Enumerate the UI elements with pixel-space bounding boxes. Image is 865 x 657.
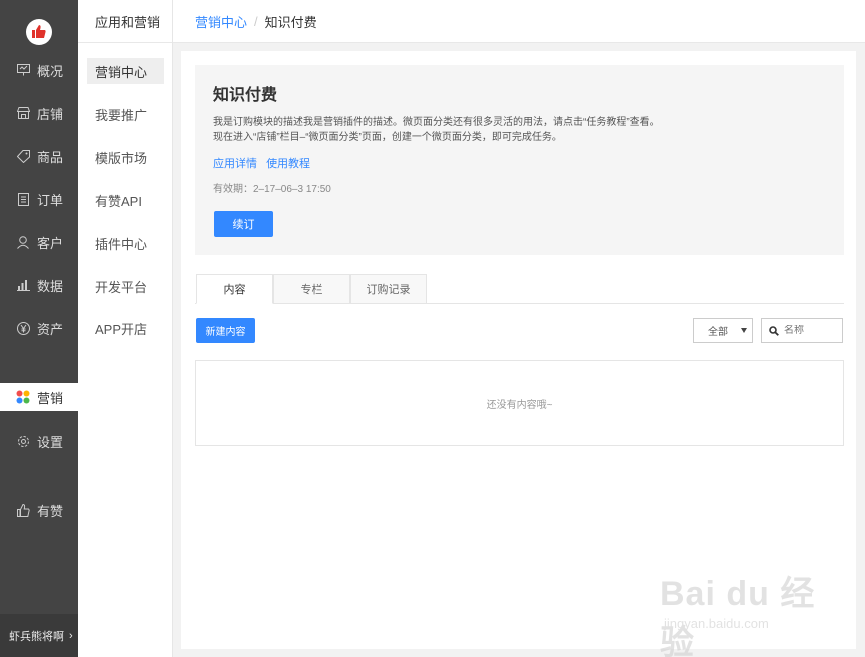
subnav-title: 应用和营销 — [78, 0, 172, 43]
person-icon — [16, 235, 30, 249]
breadcrumb-separator: / — [254, 13, 258, 29]
main-sidebar: 概况 店铺 商品 订单 客户 数据 资产 营销 设置 有赞 虾兵熊将啊 › — [0, 0, 78, 657]
subnav-item-dev-platform[interactable]: 开发平台 — [87, 273, 164, 299]
main-panel: 知识付费 我是订购模块的描述我是营销插件的描述。微页面分类还有很多灵活的用法，请… — [181, 51, 856, 649]
logo-badge — [26, 19, 52, 45]
nav-label: 设置 — [37, 434, 64, 450]
yen-icon — [16, 321, 30, 335]
tab-bar: 内容 专栏 订购记录 — [195, 274, 844, 304]
product-info-box: 知识付费 我是订购模块的描述我是营销插件的描述。微页面分类还有很多灵活的用法，请… — [195, 65, 844, 255]
watermark: Bai du 经验 jingyan.baidu.com — [660, 566, 830, 657]
nav-label: 营销 — [37, 390, 64, 406]
tab-column[interactable]: 专栏 — [273, 274, 350, 304]
search-icon — [769, 325, 779, 336]
caret-down-icon — [741, 328, 747, 333]
nav-item-settings[interactable]: 设置 — [0, 427, 78, 455]
breadcrumb-current: 知识付费 — [264, 14, 317, 30]
logo[interactable] — [0, 0, 78, 64]
thumbs-up-logo-icon — [32, 25, 46, 38]
marketing-icon — [16, 390, 30, 404]
renew-button[interactable]: 续订 — [214, 211, 273, 237]
subnav-item-plugins[interactable]: 插件中心 — [87, 230, 164, 256]
nav-label: 商品 — [37, 149, 64, 165]
nav-item-store[interactable]: 店铺 — [0, 99, 78, 127]
tag-icon — [16, 149, 30, 163]
gear-icon — [16, 434, 30, 448]
watermark-logo-text: Bai du 经验 — [660, 575, 816, 657]
subnav-item-template-market[interactable]: 模版市场 — [87, 144, 164, 170]
tab-content[interactable]: 内容 — [196, 274, 273, 304]
nav-item-overview[interactable]: 概况 — [0, 56, 78, 84]
bar-chart-icon — [16, 278, 30, 292]
nav-label: 有赞 — [37, 503, 64, 519]
thumbs-up-icon — [16, 503, 30, 517]
app-detail-link[interactable]: 应用详情 — [213, 158, 257, 170]
user-name: 虾兵熊将啊 — [9, 630, 64, 643]
nav-item-orders[interactable]: 订单 — [0, 185, 78, 213]
nav-item-goods[interactable]: 商品 — [0, 142, 78, 170]
chevron-right-icon: › — [69, 629, 73, 642]
page-title: 知识付费 — [213, 87, 278, 104]
subnav-item-app-store[interactable]: APP开店 — [87, 315, 164, 341]
watermark-url: jingyan.baidu.com — [664, 616, 769, 631]
filter-value: 全部 — [708, 327, 728, 338]
breadcrumb: 营销中心 / 知识付费 — [173, 0, 865, 43]
filter-select[interactable]: 全部 — [693, 318, 753, 343]
search-box[interactable] — [761, 318, 843, 343]
description-line-1: 我是订购模块的描述我是营销插件的描述。微页面分类还有很多灵活的用法，请点击“任务… — [213, 117, 660, 128]
user-menu[interactable]: 虾兵熊将啊 › — [0, 614, 78, 657]
nav-label: 订单 — [37, 192, 64, 208]
nav-label: 资产 — [37, 321, 64, 337]
nav-item-assets[interactable]: 资产 — [0, 314, 78, 342]
list-icon — [16, 192, 30, 206]
info-links: 应用详情 使用教程 — [213, 155, 826, 171]
description-line-2: 现在进入“店铺”栏目–“微页面分类”页面，创建一个微页面分类，即可完成任务。 — [213, 132, 562, 143]
tutorial-link[interactable]: 使用教程 — [266, 158, 310, 170]
validity-text: 有效期：2–17–06–3 17:50 — [213, 184, 331, 195]
store-icon — [16, 106, 30, 120]
empty-state: 还没有内容哦~ — [195, 360, 844, 446]
breadcrumb-parent-link[interactable]: 营销中心 — [195, 12, 247, 31]
nav-label: 店铺 — [37, 106, 64, 122]
tab-order-records[interactable]: 订购记录 — [350, 274, 427, 304]
monitor-icon — [16, 63, 30, 77]
subnav-item-api[interactable]: 有赞API — [87, 187, 164, 213]
nav-item-data[interactable]: 数据 — [0, 271, 78, 299]
subnav-item-promote[interactable]: 我要推广 — [87, 101, 164, 127]
nav-item-youzan[interactable]: 有赞 — [0, 496, 78, 524]
secondary-sidebar: 应用和营销 营销中心 我要推广 模版市场 有赞API 插件中心 开发平台 APP… — [78, 0, 173, 657]
new-content-button[interactable]: 新建内容 — [196, 318, 255, 343]
nav-label: 客户 — [37, 235, 64, 251]
subnav-item-marketing-center[interactable]: 营销中心 — [87, 58, 164, 84]
nav-item-marketing[interactable]: 营销 — [0, 383, 78, 411]
search-input[interactable] — [784, 325, 836, 336]
nav-item-customers[interactable]: 客户 — [0, 228, 78, 256]
nav-label: 概况 — [37, 63, 64, 79]
nav-label: 数据 — [37, 278, 64, 294]
